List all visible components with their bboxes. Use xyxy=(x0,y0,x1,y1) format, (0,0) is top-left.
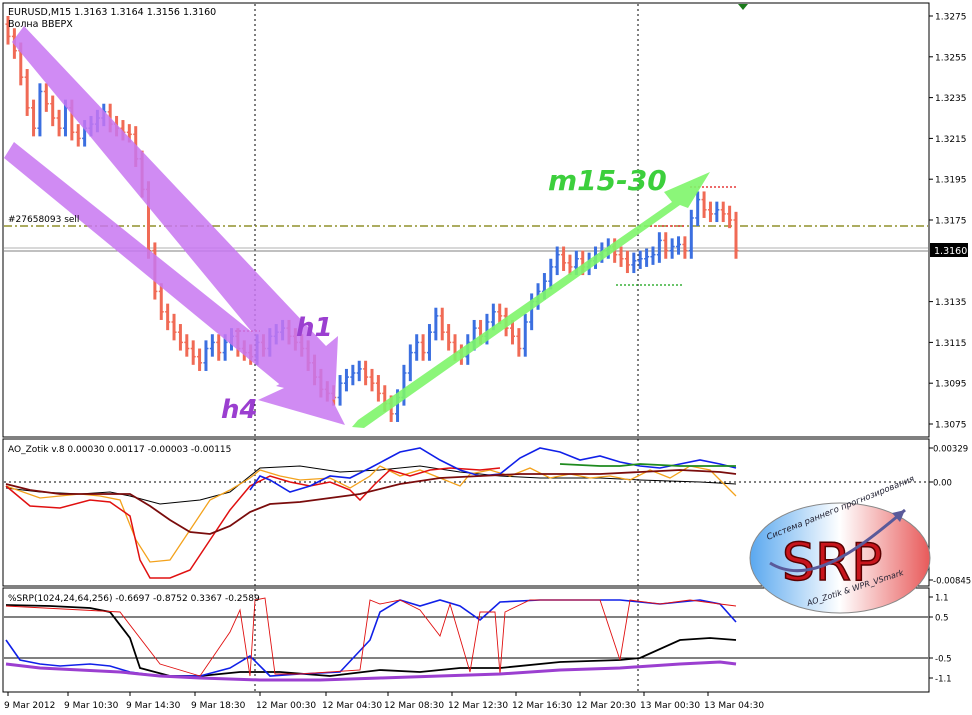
current-price-label: 1.3160 xyxy=(934,246,967,257)
price-chart[interactable]: h1 h4 m15-30 EURUSD,M15 1.3163 1.3164 1.… xyxy=(0,0,972,715)
ao-axis: 0.00329 0.00 -0.00845 xyxy=(929,445,971,587)
time-tick-label: 13 Mar 04:30 xyxy=(704,701,764,711)
srp-tick-label: -0.5 xyxy=(935,655,952,665)
ao-tick-label: 0.00 xyxy=(933,479,952,489)
price-tick-label: 1.3235 xyxy=(935,94,967,104)
price-tick-label: 1.3175 xyxy=(935,217,967,227)
price-tick-label: 1.3095 xyxy=(935,380,967,390)
price-tick-label: 1.3215 xyxy=(935,135,967,145)
price-axis: 1.3275 1.3255 1.3235 1.3215 1.3195 1.3175 1.31… xyxy=(929,13,967,431)
ao-tick-label: 0.00329 xyxy=(933,445,968,455)
price-tick-label: 1.3115 xyxy=(935,339,967,349)
time-axis: 9 Mar 2012 9 Mar 10:30 9 Mar 14:30 9 Mar 18… xyxy=(4,692,764,711)
price-tick-label: 1.3075 xyxy=(935,421,967,431)
srp-tick-label: 0.5 xyxy=(935,614,949,624)
time-tick-label: 12 Mar 12:30 xyxy=(448,701,508,711)
time-tick-label: 12 Mar 00:30 xyxy=(256,701,316,711)
symbol-header: EURUSD,M15 1.3163 1.3164 1.3156 1.3160 xyxy=(8,7,216,18)
time-tick-label: 12 Mar 04:30 xyxy=(322,701,382,711)
order-label: #27658093 sell xyxy=(8,215,79,225)
indicator-name: Волна ВВЕРХ xyxy=(8,19,73,30)
main-panel-frame xyxy=(2,2,930,438)
ao-title: AO_Zotik v.8 0.00030 0.00117 -0.00003 -0… xyxy=(8,445,231,455)
label-h1: h1 xyxy=(296,313,333,343)
time-tick-label: 9 Mar 18:30 xyxy=(191,701,246,711)
time-tick-label: 9 Mar 14:30 xyxy=(126,701,181,711)
price-tick-label: 1.3275 xyxy=(935,13,967,23)
price-tick-label: 1.3255 xyxy=(935,53,967,63)
srp-tick-label: 1.1 xyxy=(935,594,949,604)
srp-title: %SRP(1024,24,64,256) -0.6697 -0.8752 0.3… xyxy=(8,594,260,604)
time-tick-label: 13 Mar 00:30 xyxy=(640,701,700,711)
time-tick-label: 9 Mar 10:30 xyxy=(64,701,119,711)
time-tick-label: 9 Mar 2012 xyxy=(4,701,55,711)
time-tick-label: 12 Mar 20:30 xyxy=(576,701,636,711)
price-tick-label: 1.3195 xyxy=(935,176,967,186)
srp-tick-label: -1.1 xyxy=(935,675,952,685)
label-h4: h4 xyxy=(221,395,258,425)
ao-tick-label: -0.00845 xyxy=(933,577,971,587)
label-m15-30: m15-30 xyxy=(548,164,667,197)
price-tick-label: 1.3135 xyxy=(935,298,967,308)
srp-axis: 1.1 0.5 -0.5 -1.1 xyxy=(929,594,952,685)
time-tick-label: 12 Mar 16:30 xyxy=(512,701,572,711)
time-tick-label: 12 Mar 08:30 xyxy=(384,701,444,711)
